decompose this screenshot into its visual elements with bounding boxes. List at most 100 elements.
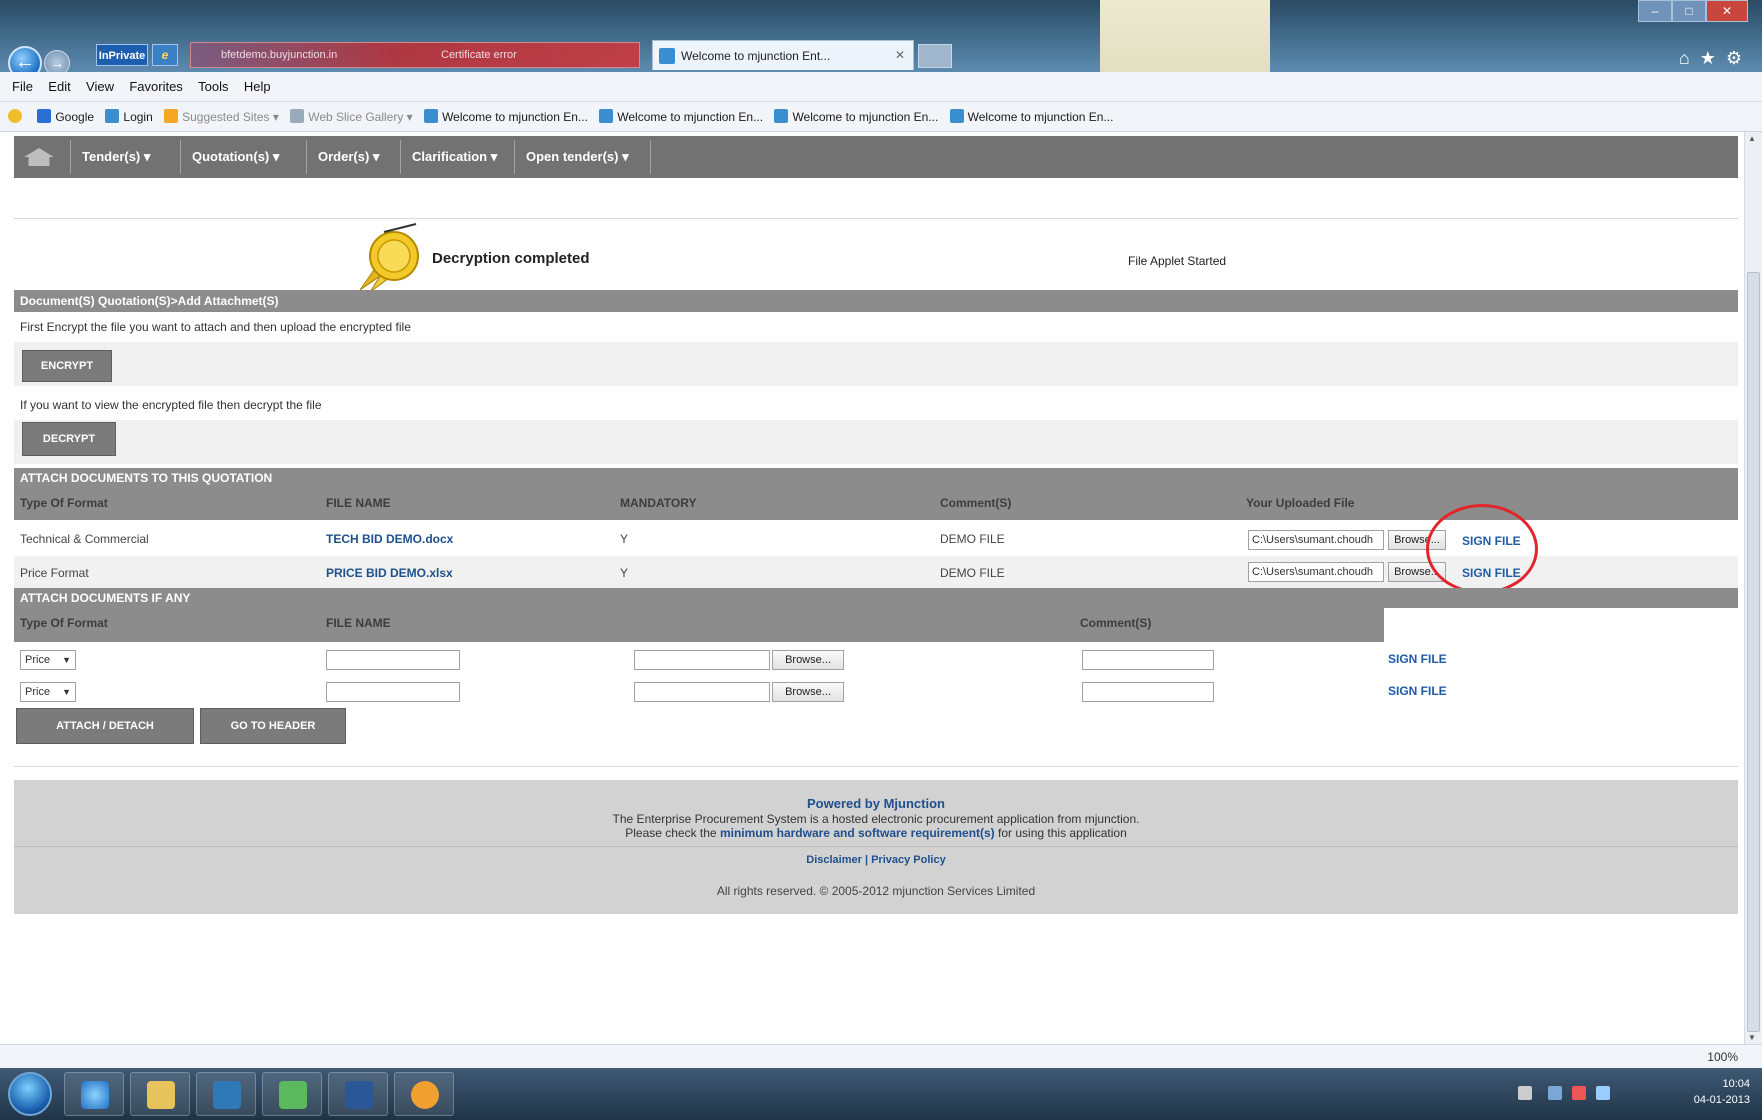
taskbar-media[interactable] xyxy=(196,1072,256,1116)
row-type: Technical & Commercial xyxy=(20,532,149,546)
comment-input[interactable] xyxy=(1082,650,1214,670)
col-mandatory: MANDATORY xyxy=(620,496,697,510)
keyboard-icon[interactable] xyxy=(1518,1086,1532,1100)
start-button-icon[interactable] xyxy=(8,1072,52,1116)
clock-time: 10:04 xyxy=(1722,1078,1750,1090)
taskbar-ie[interactable] xyxy=(64,1072,124,1116)
disclaimer-privacy-links[interactable]: Disclaimer | Privacy Policy xyxy=(14,854,1738,866)
settings-gear-icon[interactable]: ⚙ xyxy=(1726,48,1752,68)
file-name-input[interactable] xyxy=(326,682,460,702)
internet-explorer-icon xyxy=(81,1081,109,1109)
fav-label: Welcome to mjunction En... xyxy=(792,110,939,124)
nav-divider xyxy=(400,140,401,174)
vertical-scrollbar[interactable]: ▲ ▼ xyxy=(1744,132,1762,1044)
home-icon[interactable]: ⌂ xyxy=(1679,48,1700,68)
favorites-bar-star-icon[interactable] xyxy=(8,102,26,131)
taskbar-explorer[interactable] xyxy=(130,1072,190,1116)
minimize-button[interactable]: – xyxy=(1638,0,1672,22)
encrypt-button[interactable]: ENCRYPT xyxy=(22,350,112,382)
nav-tenders[interactable]: Tender(s) ▾ xyxy=(82,136,150,178)
file-path-input[interactable] xyxy=(634,682,770,702)
background-window xyxy=(1100,0,1270,72)
col-file-name: FILE NAME xyxy=(326,616,391,630)
nav-quotations[interactable]: Quotation(s) ▾ xyxy=(192,136,279,178)
scroll-up-icon[interactable]: ▲ xyxy=(1748,134,1756,143)
col-file-name: FILE NAME xyxy=(326,496,391,510)
taskbar-word[interactable] xyxy=(328,1072,388,1116)
nav-clarification[interactable]: Clarification ▾ xyxy=(412,136,497,178)
browser-tab-active[interactable]: Welcome to mjunction Ent... ✕ xyxy=(652,40,914,70)
network-icon[interactable] xyxy=(1548,1086,1562,1100)
sign-file-link[interactable]: SIGN FILE xyxy=(1388,652,1447,666)
menu-view[interactable]: View xyxy=(86,72,114,102)
certificate-error-label[interactable]: Certificate error xyxy=(441,49,517,61)
go-to-header-button[interactable]: GO TO HEADER xyxy=(200,708,346,744)
close-window-button[interactable]: ✕ xyxy=(1706,0,1748,22)
sign-file-link[interactable]: SIGN FILE xyxy=(1388,684,1447,698)
menu-edit[interactable]: Edit xyxy=(48,72,70,102)
tab-title: Welcome to mjunction Ent... xyxy=(681,49,831,63)
fav-google[interactable]: Google xyxy=(37,102,94,131)
menu-help[interactable]: Help xyxy=(244,72,271,102)
favorites-star-icon[interactable]: ★ xyxy=(1700,48,1726,68)
window-controls: – □ ✕ xyxy=(1638,0,1748,24)
nav-divider xyxy=(514,140,515,174)
new-tab-button[interactable] xyxy=(918,44,952,68)
inprivate-badge[interactable]: InPrivate xyxy=(96,44,148,66)
tab-close-icon[interactable]: ✕ xyxy=(895,48,905,62)
col-comments: Comment(S) xyxy=(1080,616,1152,630)
home-icon[interactable] xyxy=(24,148,54,166)
maximize-button[interactable]: □ xyxy=(1672,0,1706,22)
uploaded-file-path-input[interactable]: C:\Users\sumant.choudh xyxy=(1248,530,1384,550)
attach-any-table-header: Type Of Format FILE NAME Comment(S) xyxy=(14,608,1384,642)
mjunction-icon xyxy=(949,109,964,123)
uploaded-file-path-input[interactable]: C:\Users\sumant.choudh xyxy=(1248,562,1384,582)
status-bar: 100% xyxy=(0,1044,1762,1068)
app-icon xyxy=(411,1081,439,1109)
col-type-of-format: Type Of Format xyxy=(20,496,108,510)
menu-file[interactable]: File xyxy=(12,72,33,102)
browse-button[interactable]: Browse... xyxy=(772,650,844,670)
zoom-level[interactable]: 100% xyxy=(1707,1050,1738,1064)
ie-icon: e xyxy=(152,44,178,66)
row-file-link[interactable]: PRICE BID DEMO.xlsx xyxy=(326,566,453,580)
fav-mjunction-1[interactable]: Welcome to mjunction En... xyxy=(424,102,588,131)
volume-icon[interactable] xyxy=(1596,1086,1610,1100)
fav-login[interactable]: Login xyxy=(105,102,153,131)
address-bar[interactable]: bfetdemo.buyjunction.in Certificate erro… xyxy=(190,42,640,68)
menu-tools[interactable]: Tools xyxy=(198,72,228,102)
menu-favorites[interactable]: Favorites xyxy=(129,72,182,102)
nav-orders[interactable]: Order(s) ▾ xyxy=(318,136,379,178)
taskbar-app-2[interactable] xyxy=(394,1072,454,1116)
system-clock[interactable]: 10:04 04-01-2013 xyxy=(1694,1076,1750,1108)
section-title-attach-any: ATTACH DOCUMENTS IF ANY xyxy=(14,588,1738,608)
browser-title-bar: ← → InPrivate e bfetdemo.buyjunction.in … xyxy=(0,0,1762,80)
footer-requirements-line: Please check the minimum hardware and so… xyxy=(14,826,1738,840)
fav-web-slice-gallery[interactable]: Web Slice Gallery ▾ xyxy=(290,102,413,131)
requirements-link[interactable]: minimum hardware and software requiremen… xyxy=(720,826,995,840)
flag-icon[interactable] xyxy=(1572,1086,1586,1100)
fav-mjunction-2[interactable]: Welcome to mjunction En... xyxy=(599,102,763,131)
format-select[interactable]: Price ▼ xyxy=(20,682,76,702)
attach-detach-button[interactable]: ATTACH / DETACH xyxy=(16,708,194,744)
file-name-input[interactable] xyxy=(326,650,460,670)
fav-mjunction-3[interactable]: Welcome to mjunction En... xyxy=(774,102,939,131)
browse-button[interactable]: Browse... xyxy=(772,682,844,702)
comment-input[interactable] xyxy=(1082,682,1214,702)
fav-suggested-sites[interactable]: Suggested Sites ▾ xyxy=(164,102,279,131)
format-select[interactable]: Price ▼ xyxy=(20,650,76,670)
nav-open-tenders[interactable]: Open tender(s) ▾ xyxy=(526,136,629,178)
scrollbar-thumb[interactable] xyxy=(1747,272,1760,1032)
site-favicon-icon xyxy=(659,48,675,64)
scroll-down-icon[interactable]: ▼ xyxy=(1748,1033,1756,1042)
powered-by-text[interactable]: Powered by Mjunction xyxy=(14,796,1738,811)
file-path-input[interactable] xyxy=(634,650,770,670)
word-icon xyxy=(345,1081,373,1109)
decrypt-button[interactable]: DECRYPT xyxy=(22,422,116,456)
row-mandatory: Y xyxy=(620,532,629,546)
taskbar-app[interactable] xyxy=(262,1072,322,1116)
select-value: Price xyxy=(25,686,51,698)
decrypt-hint-text: If you want to view the encrypted file t… xyxy=(20,398,322,412)
row-file-link[interactable]: TECH BID DEMO.docx xyxy=(326,532,453,546)
fav-mjunction-4[interactable]: Welcome to mjunction En... xyxy=(949,102,1113,131)
